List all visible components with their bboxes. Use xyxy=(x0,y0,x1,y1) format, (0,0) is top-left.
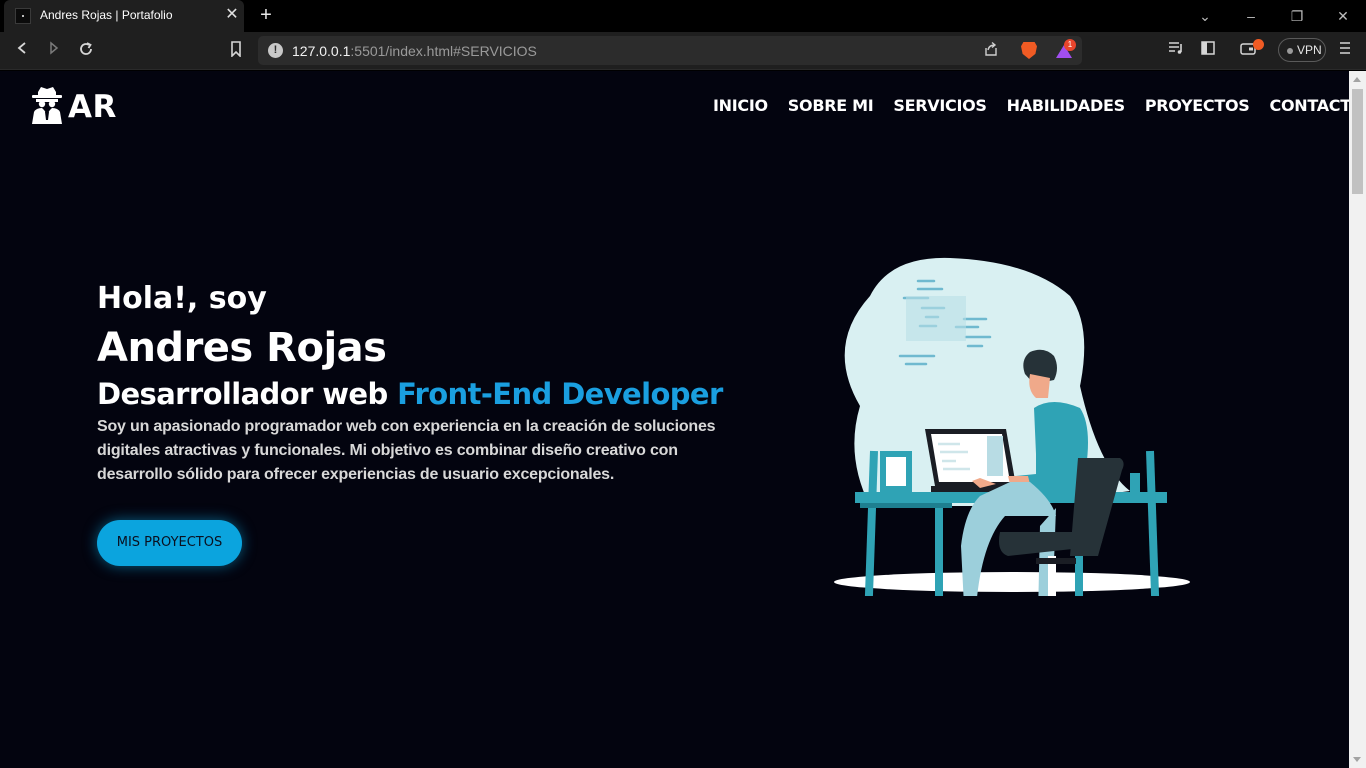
nav-link-sobre-mi[interactable]: SOBRE MI xyxy=(788,96,874,118)
new-tab-icon[interactable]: + xyxy=(256,5,276,25)
restore-icon[interactable]: ❐ xyxy=(1287,6,1307,26)
back-icon[interactable] xyxy=(12,41,32,61)
menu-icon[interactable] xyxy=(1335,41,1355,61)
forward-icon[interactable] xyxy=(44,41,64,61)
minimize-icon[interactable]: – xyxy=(1241,6,1261,26)
nav-link-servicios[interactable]: SERVICIOS xyxy=(893,96,987,118)
url-path: :5501/index.html#SERVICIOS xyxy=(350,43,537,59)
role-accent: Front-End Developer xyxy=(397,377,723,411)
sidebar-icon[interactable] xyxy=(1198,41,1218,61)
vpn-button[interactable]: VPN xyxy=(1278,38,1326,62)
developer-illustration xyxy=(834,257,1190,596)
tab-search-icon[interactable]: ⌄ xyxy=(1195,6,1215,26)
vertical-scrollbar[interactable] xyxy=(1349,71,1366,768)
tab-title: Andres Rojas | Portafolio xyxy=(40,8,173,22)
browser-toolbar: ! 127.0.0.1:5501/index.html#SERVICIOS 1 … xyxy=(0,32,1366,70)
brave-shields-icon[interactable] xyxy=(1021,42,1037,59)
info-icon[interactable]: ! xyxy=(268,43,283,58)
nav-link-contacto[interactable]: CONTACTO xyxy=(1270,96,1349,118)
brave-rewards-icon[interactable]: 1 xyxy=(1055,39,1076,60)
vpn-status-icon xyxy=(1287,48,1293,54)
nav-link-inicio[interactable]: INICIO xyxy=(713,96,768,118)
scroll-up-icon[interactable] xyxy=(1353,77,1361,82)
playlist-icon[interactable] xyxy=(1166,41,1186,61)
url-host: 127.0.0.1 xyxy=(292,43,351,59)
hero-section: Hola!, soy Andres Rojas Desarrollador we… xyxy=(97,281,777,487)
browser-tab[interactable]: Andres Rojas | Portafolio ✕ xyxy=(4,0,244,32)
spy-logo-icon xyxy=(32,87,62,124)
hero-role: Desarrollador web Front-End Developer xyxy=(97,377,777,411)
projects-button[interactable]: MIS PROYECTOS xyxy=(97,520,242,566)
reload-icon[interactable] xyxy=(76,41,96,61)
hero-greeting: Hola!, soy xyxy=(97,281,267,316)
vpn-label: VPN xyxy=(1297,43,1322,57)
logo-text: AR xyxy=(68,89,117,125)
wallet-badge xyxy=(1253,39,1264,50)
role-prefix: Desarrollador web xyxy=(97,377,388,411)
share-icon[interactable] xyxy=(982,41,1000,59)
close-tab-icon[interactable]: ✕ xyxy=(224,7,240,23)
scroll-down-icon[interactable] xyxy=(1353,757,1361,762)
hero-description: Soy un apasionado programador web con ex… xyxy=(97,418,716,483)
rewards-badge: 1 xyxy=(1064,39,1076,51)
nav-link-proyectos[interactable]: PROYECTOS xyxy=(1145,96,1250,118)
url-text[interactable]: 127.0.0.1:5501/index.html#SERVICIOS xyxy=(292,43,537,59)
hero-name: Andres Rojas xyxy=(97,325,387,371)
address-bar[interactable]: ! 127.0.0.1:5501/index.html#SERVICIOS 1 xyxy=(258,36,1082,65)
favicon-icon xyxy=(15,8,31,24)
scroll-thumb[interactable] xyxy=(1352,89,1363,194)
tab-strip: Andres Rojas | Portafolio ✕ + ⌄ – ❐ ✕ xyxy=(0,0,1366,32)
window-close-icon[interactable]: ✕ xyxy=(1333,6,1353,26)
main-nav: INICIO SOBRE MI SERVICIOS HABILIDADES PR… xyxy=(713,96,1349,118)
page-viewport: AR INICIO SOBRE MI SERVICIOS HABILIDADES… xyxy=(0,71,1349,768)
bookmark-icon[interactable] xyxy=(226,41,246,61)
nav-link-habilidades[interactable]: HABILIDADES xyxy=(1007,96,1125,118)
